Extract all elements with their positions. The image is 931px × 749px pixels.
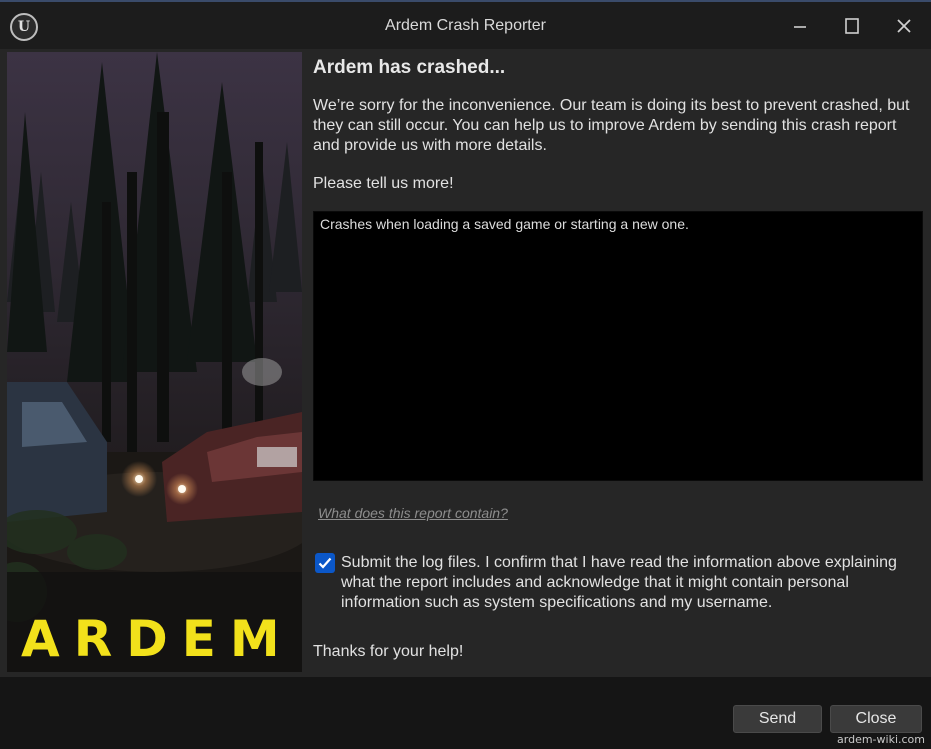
close-icon [897, 19, 911, 33]
crash-reporter-window: U Ardem Crash Reporter ARDEM Ardem has c… [0, 0, 931, 749]
apology-message: We’re sorry for the inconvenience. Our t… [313, 97, 910, 154]
checkmark-icon [318, 557, 332, 569]
thanks-message: Thanks for your help! [313, 643, 464, 660]
close-button[interactable]: Close [830, 705, 922, 733]
submit-logs-label: Submit the log files. I confirm that I h… [341, 554, 897, 611]
send-button[interactable]: Send [733, 705, 822, 733]
crash-heading: Ardem has crashed... [313, 57, 506, 78]
title-bar[interactable]: U Ardem Crash Reporter [0, 2, 931, 49]
user-comment-textarea[interactable]: Crashes when loading a saved game or sta… [313, 211, 923, 481]
close-window-button[interactable] [884, 8, 924, 44]
splash-image: ARDEM [7, 52, 302, 672]
report-contents-link[interactable]: What does this report contain? [318, 505, 508, 521]
content-area: ARDEM Ardem has crashed... We’re sorry f… [0, 49, 931, 677]
forest-scene-illustration [7, 52, 302, 672]
ardem-logo: ARDEM [21, 610, 294, 668]
maximize-button[interactable] [832, 8, 872, 44]
submit-logs-checkbox[interactable] [315, 553, 335, 573]
minimize-button[interactable] [780, 8, 820, 44]
watermark-text: ardem-wiki.com [837, 733, 925, 746]
maximize-icon [845, 18, 859, 34]
tell-more-label: Please tell us more! [313, 175, 454, 192]
minimize-icon [794, 26, 806, 28]
